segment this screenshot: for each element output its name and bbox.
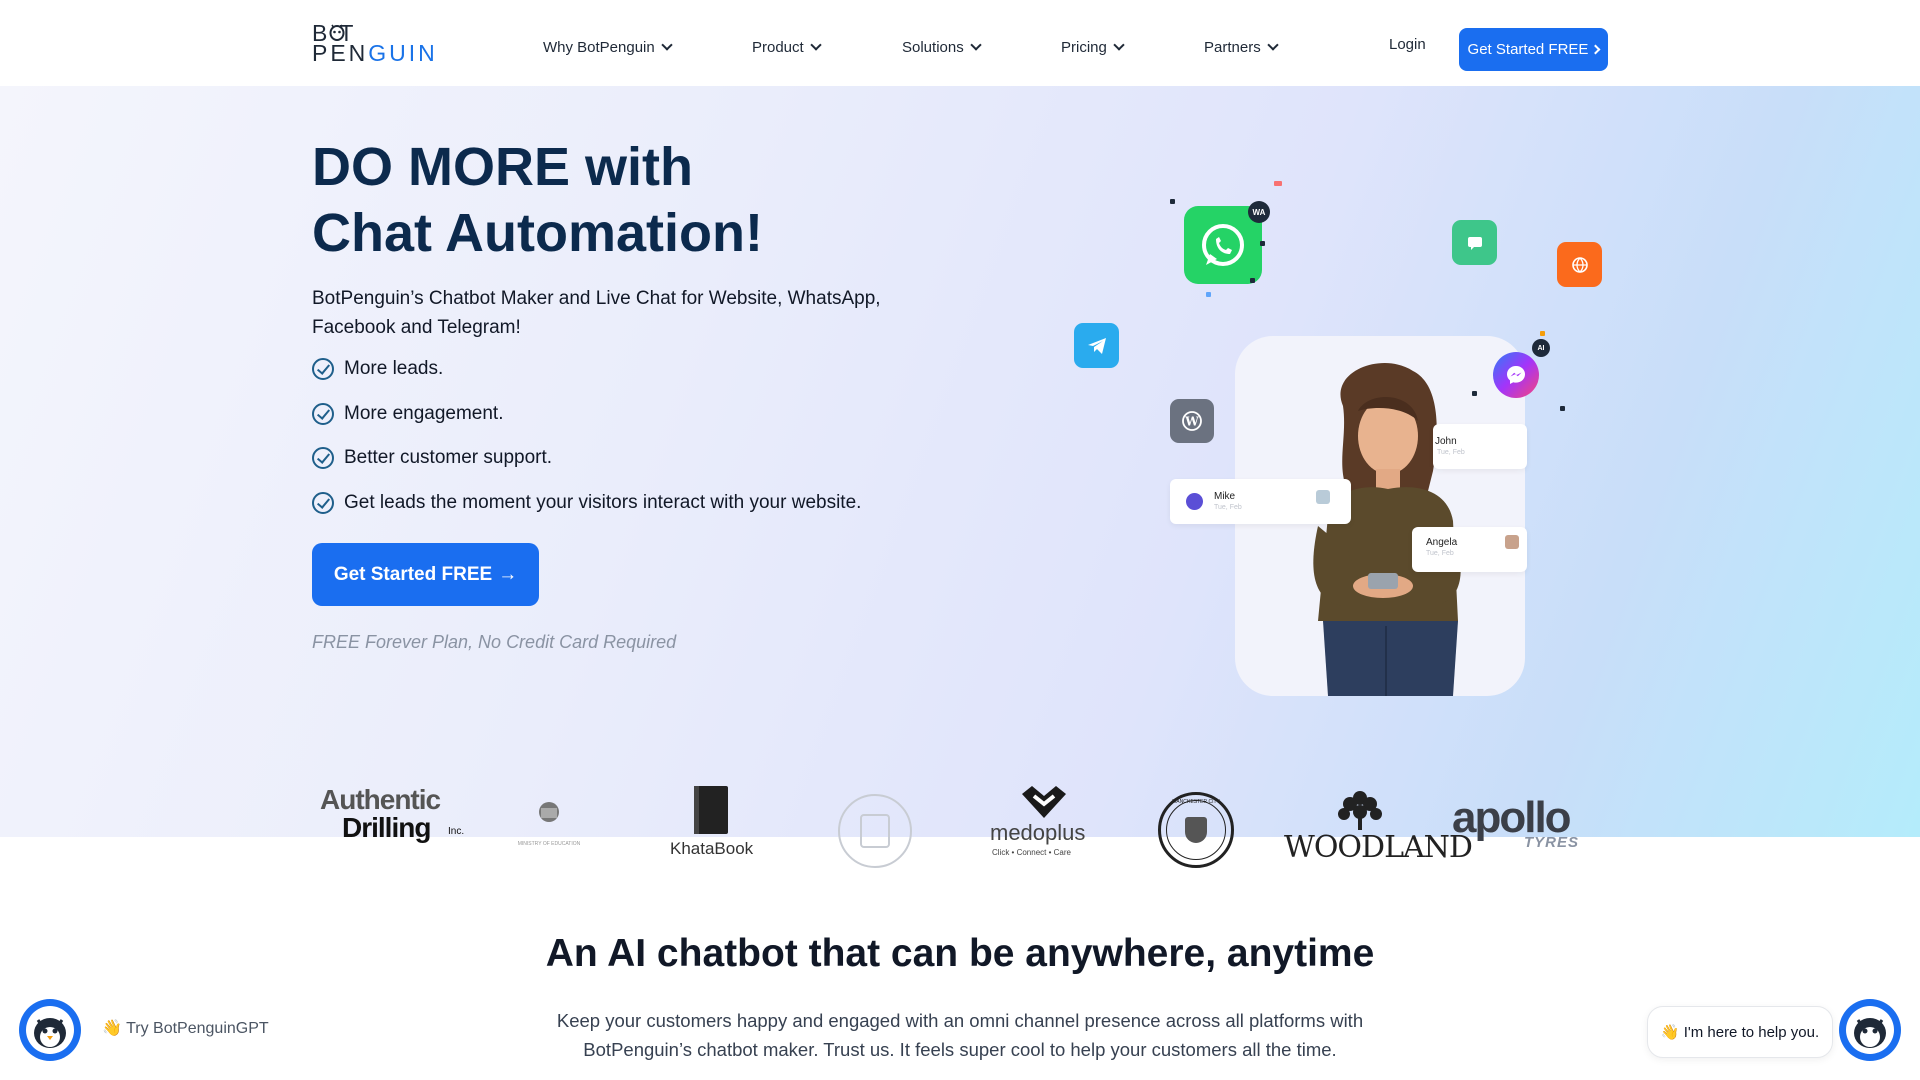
- telegram-icon: [1074, 323, 1119, 368]
- try-botpenguingpt-link[interactable]: 👋 Try BotPenguinGPT: [102, 1018, 269, 1038]
- confetti: [1206, 292, 1211, 297]
- nav-pricing[interactable]: Pricing: [1061, 36, 1125, 58]
- check-circle-icon: [312, 358, 334, 380]
- messenger-icon: [1493, 352, 1539, 398]
- nav-label: Why BotPenguin: [543, 38, 655, 56]
- wa-badge: WA: [1248, 201, 1270, 223]
- hero-title-line2: Chat Automation!: [312, 203, 763, 263]
- chevron-down-icon: [661, 38, 673, 51]
- book-icon: [694, 786, 728, 834]
- free-plan-note: FREE Forever Plan, No Credit Card Requir…: [312, 632, 677, 652]
- hero-subtitle: BotPenguin’s Chatbot Maker and Live Chat…: [312, 288, 881, 338]
- confetti: [1170, 199, 1175, 204]
- login-link[interactable]: Login: [1389, 36, 1426, 53]
- botpenguin-gpt-launcher[interactable]: [19, 999, 81, 1061]
- chat-card-meta: Tue, Feb: [1437, 449, 1465, 456]
- hero-title-line1: DO MORE with: [312, 137, 693, 197]
- confetti: [1260, 241, 1265, 246]
- nav-label: Solutions: [902, 38, 964, 56]
- svg-text:W: W: [1184, 415, 1199, 429]
- botpenguin-logo[interactable]: B T PENGUIN: [312, 20, 437, 66]
- hero-section: DO MORE with Chat Automation! BotPenguin…: [0, 86, 1920, 868]
- hero-illustration: WA W AI Mike Tue, Feb John Tue, Feb Ange…: [1060, 181, 1620, 711]
- penguin-avatar-icon: [1846, 1006, 1894, 1054]
- chevron-down-icon: [1113, 38, 1125, 51]
- chat-card-name: Mike: [1214, 491, 1236, 502]
- confetti: [1250, 278, 1255, 283]
- logo-medoplus: medoplus Click • Connect • Care: [988, 784, 1098, 868]
- logo-line2: PENGUIN: [312, 40, 438, 66]
- chevron-down-icon: [810, 38, 822, 51]
- wordpress-icon: W: [1170, 399, 1214, 443]
- chat-card-name: John: [1435, 436, 1457, 447]
- check-circle-icon: [312, 403, 334, 425]
- logo-apollo-tyres: apollo TYRES: [1452, 793, 1580, 852]
- button-label: Get Started FREE: [333, 563, 493, 585]
- avatar: [1505, 535, 1519, 549]
- chat-card-name: Angela: [1426, 537, 1458, 548]
- nav-label: Partners: [1204, 38, 1261, 56]
- benefit-item: More leads.: [312, 358, 443, 380]
- web-icon: [1557, 242, 1602, 287]
- confetti: [1560, 406, 1565, 411]
- chat-card-meta: Tue, Feb: [1214, 504, 1242, 511]
- hero-title: DO MORE with Chat Automation!: [312, 134, 932, 266]
- section-subtitle: Keep your customers happy and engaged wi…: [556, 1010, 1364, 1060]
- check-circle-icon: [312, 447, 334, 469]
- penguin-avatar-icon: [26, 1006, 74, 1054]
- logo-university-seal: [838, 794, 912, 868]
- tree-icon: [1338, 791, 1382, 830]
- nav-product[interactable]: Product: [752, 36, 822, 58]
- arrow-right-icon: →: [498, 563, 518, 585]
- confetti: [1540, 331, 1545, 336]
- nav-label: Product: [752, 38, 804, 56]
- logo-manchester-city: MANCHESTER CITY: [1158, 792, 1234, 868]
- medoplus-mark-icon: [1022, 786, 1066, 818]
- penguin-logo-icon: [329, 24, 345, 41]
- client-logos: Authentic Drilling Inc. MINISTRY OF EDUC…: [312, 784, 1612, 874]
- chat-card-meta: Tue, Feb: [1426, 550, 1454, 557]
- nav-partners[interactable]: Partners: [1204, 36, 1279, 58]
- check-circle-icon: [312, 492, 334, 514]
- logo-khatabook: KhataBook: [670, 784, 760, 864]
- nav-label: Pricing: [1061, 38, 1107, 56]
- chevron-right-icon: [1590, 44, 1601, 55]
- help-message-text: 👋 I'm here to help you.: [1660, 1024, 1820, 1041]
- avatar: [1316, 490, 1330, 504]
- chevron-down-icon: [1267, 38, 1279, 51]
- benefit-item: More engagement.: [312, 403, 504, 425]
- help-message-bubble[interactable]: 👋 I'm here to help you.: [1647, 1006, 1833, 1058]
- logo-ministry-of-education: MINISTRY OF EDUCATION: [514, 796, 584, 856]
- nav-why-botpenguin[interactable]: Why BotPenguin: [543, 36, 673, 58]
- benefit-item: Better customer support.: [312, 447, 552, 469]
- benefit-item: Get leads the moment your visitors inter…: [312, 492, 861, 514]
- section-title: An AI chatbot that can be anywhere, anyt…: [545, 932, 1375, 975]
- check-circle-icon: [1186, 493, 1203, 510]
- logo-woodland: WOODLAND: [1284, 788, 1473, 872]
- chat-icon: [1452, 220, 1497, 265]
- emblem-icon: [539, 802, 559, 822]
- chat-card-mike: Mike Tue, Feb: [1170, 479, 1351, 524]
- chat-card-angela: Angela Tue, Feb: [1412, 527, 1527, 572]
- get-started-hero-button[interactable]: Get Started FREE →: [312, 543, 539, 606]
- button-label: Get Started FREE: [1467, 41, 1589, 58]
- confetti: [1472, 391, 1477, 396]
- chat-card-john: John Tue, Feb: [1433, 424, 1527, 469]
- nav-solutions[interactable]: Solutions: [902, 36, 982, 58]
- chat-widget-launcher[interactable]: [1839, 999, 1901, 1061]
- confetti: [1274, 181, 1282, 186]
- site-header: B T PENGUIN Why BotPenguin Product Solut…: [0, 0, 1920, 86]
- get-started-header-button[interactable]: Get Started FREE: [1459, 28, 1608, 71]
- chevron-down-icon: [970, 38, 982, 51]
- logo-authentic-drilling: Authentic Drilling Inc.: [320, 784, 465, 843]
- ai-badge: AI: [1532, 339, 1550, 357]
